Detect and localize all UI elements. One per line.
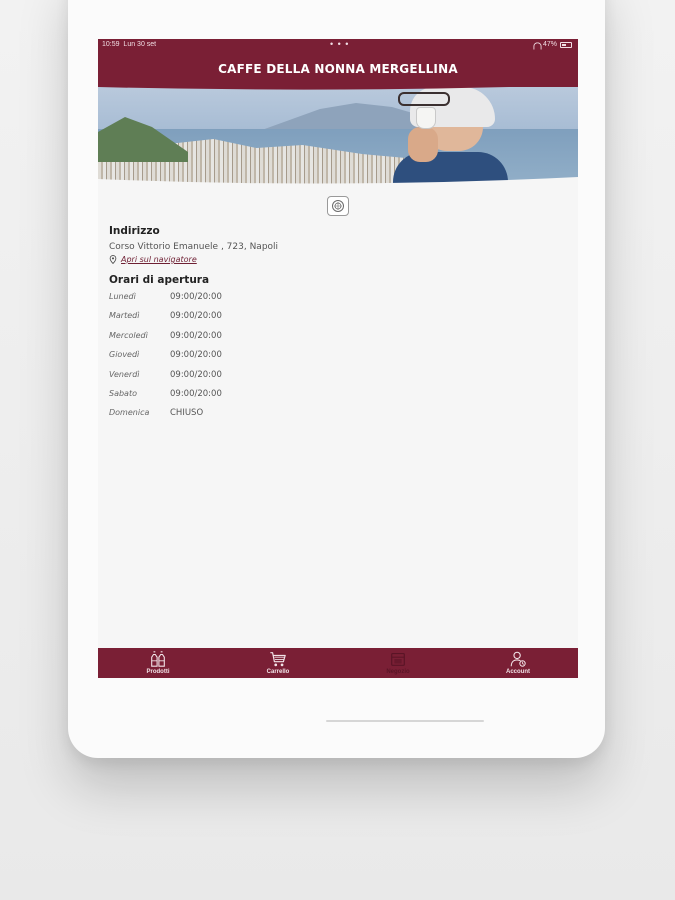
tab-prodotti[interactable]: Prodotti (98, 648, 218, 678)
open-in-navigator-link[interactable]: Apri sul navigatore (121, 255, 197, 264)
home-indicator (326, 720, 484, 722)
hero-bottom-wave (98, 177, 578, 184)
tab-negozio[interactable]: Negozio (338, 648, 458, 678)
status-indicators: 47% (533, 41, 572, 48)
hours-day: Domenica (109, 408, 150, 418)
hours-row: Mercoledì 09:00/20:00 (109, 331, 549, 350)
hours-row: Domenica CHIUSO (109, 408, 549, 427)
header-wave (98, 83, 578, 90)
hours-time: 09:00/20:00 (170, 388, 222, 399)
account-icon (510, 651, 526, 667)
status-clock: 10:59 (102, 41, 120, 48)
status-time: 10:59 Lun 30 set (102, 41, 156, 48)
hero-banner-image (98, 87, 578, 184)
map-pin-icon (109, 255, 117, 264)
store-logo-icon (332, 200, 344, 212)
bottom-tab-bar: Prodotti Carrello Negozio Account (98, 648, 578, 678)
hours-row: Lunedì 09:00/20:00 (109, 292, 549, 311)
battery-percent: 47% (542, 41, 557, 48)
hours-time: 09:00/20:00 (170, 350, 222, 361)
hours-day: Mercoledì (109, 330, 148, 340)
address-text: Corso Vittorio Emanuele , 723, Napoli (109, 242, 279, 252)
status-date: Lun 30 set (123, 41, 157, 48)
wifi-icon (533, 42, 540, 48)
hours-day: Martedì (109, 311, 140, 321)
hours-time: 09:00/20:00 (170, 330, 222, 341)
hours-row: Venerdì 09:00/20:00 (109, 370, 549, 389)
hours-day: Venerdì (109, 369, 140, 379)
address-heading: Indirizzo (109, 225, 160, 237)
hours-row: Giovedì 09:00/20:00 (109, 350, 549, 369)
cart-icon (270, 652, 286, 667)
app-screen: 10:59 Lun 30 set • • • 47% CAFFE DELLA N… (98, 39, 578, 678)
hours-time: 09:00/20:00 (170, 369, 222, 380)
hours-row: Sabato 09:00/20:00 (109, 389, 549, 408)
hours-time: 09:00/20:00 (170, 292, 222, 302)
multitask-dots[interactable]: • • • (330, 39, 349, 49)
tab-label: Carrello (266, 669, 290, 675)
tab-account[interactable]: Account (458, 648, 578, 678)
battery-icon (560, 41, 572, 48)
tab-label: Account (506, 669, 530, 675)
hours-day: Sabato (109, 388, 137, 398)
glasses-icon (398, 92, 450, 106)
tab-carrello[interactable]: Carrello (218, 648, 338, 678)
hours-time: CHIUSO (170, 408, 204, 419)
hours-time: 09:00/20:00 (170, 311, 222, 322)
hours-row: Martedì 09:00/20:00 (109, 311, 549, 330)
store-details: Indirizzo Corso Vittorio Emanuele , 723,… (109, 225, 549, 428)
hours-day: Giovedì (109, 350, 140, 360)
grandmother-with-coffee (378, 87, 528, 184)
store-icon (391, 653, 405, 666)
status-bar: 10:59 Lun 30 set • • • 47% (98, 39, 578, 51)
store-logo-badge (327, 196, 349, 216)
opening-hours-heading: Orari di apertura (109, 274, 210, 286)
open-navigator-row[interactable]: Apri sul navigatore (109, 255, 549, 264)
products-icon (151, 651, 165, 667)
hours-day: Lunedì (109, 292, 136, 301)
page-title: CAFFE DELLA NONNA MERGELLINA (218, 62, 458, 76)
tab-label: Negozio (386, 669, 410, 675)
tab-label: Prodotti (146, 669, 170, 675)
coffee-cup-icon (416, 107, 436, 129)
